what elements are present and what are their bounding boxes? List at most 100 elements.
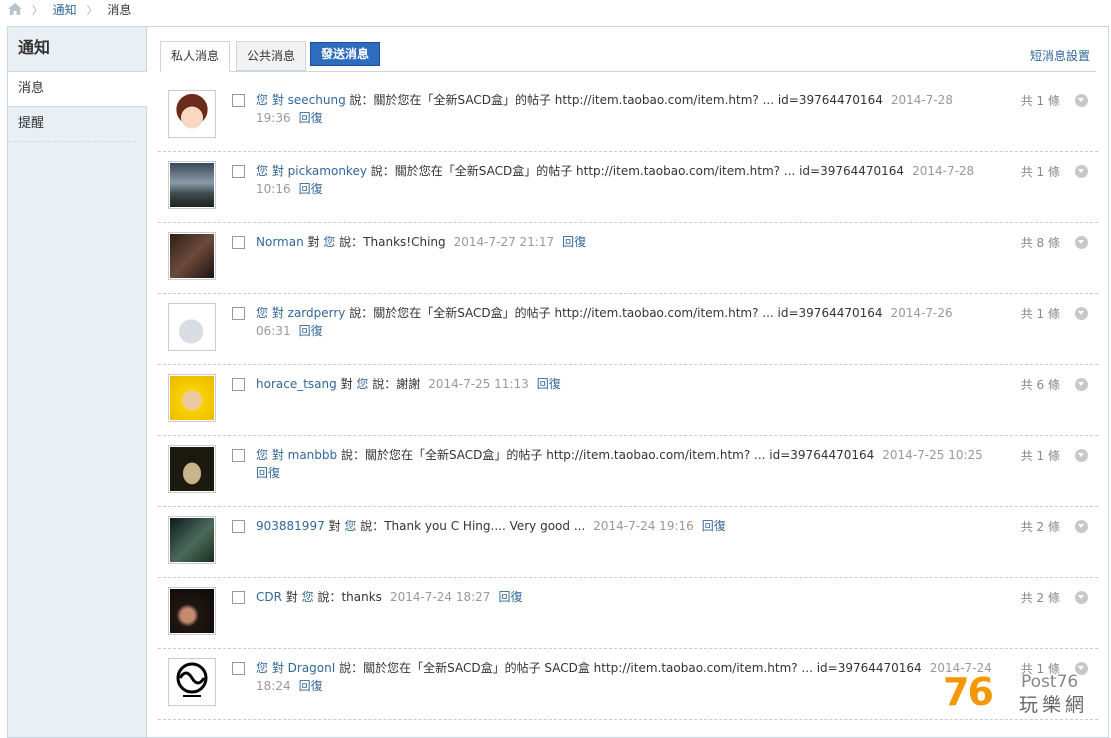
user-link[interactable]: seechung: [288, 93, 346, 107]
tab-public-messages[interactable]: 公共消息: [236, 41, 307, 71]
say-label: 說：: [345, 306, 374, 320]
message-count: 共 1 條: [1020, 165, 1060, 179]
site-watermark: 76 Post76 玩樂網: [943, 670, 1103, 720]
reply-link[interactable]: 回復: [299, 679, 323, 693]
you-link[interactable]: 您: [356, 377, 368, 391]
chevron-right-icon: 〉: [31, 4, 43, 17]
message-body: 關於您在「全新SACD盒」的帖子 http://item.taobao.com/…: [373, 93, 883, 107]
expand-chevron-icon[interactable]: [1075, 165, 1088, 178]
avatar[interactable]: [168, 516, 216, 564]
reply-link[interactable]: 回復: [702, 519, 726, 533]
expand-chevron-icon[interactable]: [1075, 449, 1088, 462]
message-row: 903881997 對 您 說：Thank you C Hing.... Ver…: [158, 507, 1098, 578]
message-text: 您 對 zardperry 說：關於您在「全新SACD盒」的帖子 http://…: [256, 304, 996, 340]
select-checkbox[interactable]: [232, 449, 245, 462]
select-checkbox[interactable]: [232, 236, 245, 249]
expand-chevron-icon[interactable]: [1075, 236, 1088, 249]
main-panel: 私人消息 公共消息 發送消息 短消息設置 您 對 seechung 說：關於您在…: [158, 27, 1098, 737]
select-checkbox[interactable]: [232, 94, 245, 107]
message-text: horace_tsang 對 您 說：謝謝 2014-7-25 11:13 回復: [256, 375, 996, 393]
breadcrumb-notify[interactable]: 通知: [53, 3, 77, 17]
timestamp: 2014-7-25 10:25: [882, 448, 983, 462]
say-label: 說：: [337, 448, 365, 462]
message-count: 共 1 條: [1020, 449, 1060, 463]
expand-chevron-icon[interactable]: [1075, 307, 1088, 320]
you-link[interactable]: 您 對: [256, 306, 288, 320]
city-avatar-image: [170, 163, 214, 207]
reply-link[interactable]: 回復: [299, 182, 323, 196]
expand-chevron-icon[interactable]: [1075, 378, 1088, 391]
user-link[interactable]: horace_tsang: [256, 377, 337, 391]
message-text: 您 對 DragonI 說：關於您在「全新SACD盒」的帖子 SACD盒 htt…: [256, 659, 996, 695]
user-link[interactable]: pickamonkey: [288, 164, 367, 178]
you-link[interactable]: 您 對: [256, 661, 288, 675]
breadcrumb: 〉 通知 〉 消息: [8, 0, 131, 20]
select-checkbox[interactable]: [232, 307, 245, 320]
avatar[interactable]: [168, 587, 216, 635]
reply-link[interactable]: 回復: [537, 377, 561, 391]
reply-link[interactable]: 回復: [562, 235, 586, 249]
message-text: CDR 對 您 說：thanks 2014-7-24 18:27 回復: [256, 588, 996, 606]
user-link[interactable]: zardperry: [288, 306, 346, 320]
timestamp: 2014-7-27 21:17: [453, 235, 555, 249]
message-row: CDR 對 您 說：thanks 2014-7-24 18:27 回復 共 2 條: [158, 578, 1098, 649]
expand-chevron-icon[interactable]: [1075, 520, 1088, 533]
say-label: 說：: [345, 93, 374, 107]
avatar[interactable]: [168, 161, 216, 209]
watermark-brand: Post76: [1021, 672, 1079, 692]
message-settings-link[interactable]: 短消息設置: [1030, 47, 1090, 64]
select-checkbox[interactable]: [232, 378, 245, 391]
select-checkbox[interactable]: [232, 662, 245, 675]
apple-logo-avatar-image: [170, 305, 214, 349]
message-body: Thank you C Hing.... Very good ...: [384, 519, 586, 533]
sidebar-item-reminders[interactable]: 提醒: [8, 107, 136, 142]
say-label: 說：: [356, 519, 385, 533]
you-link[interactable]: 您: [302, 590, 314, 604]
rabbit-avatar-image: [170, 447, 214, 491]
avatar[interactable]: [168, 374, 216, 422]
expand-chevron-icon[interactable]: [1075, 94, 1088, 107]
message-count: 共 6 條: [1020, 378, 1060, 392]
avatar[interactable]: [168, 90, 216, 138]
timestamp: 2014-7-25 11:13: [428, 377, 529, 391]
message-body: 謝謝: [396, 377, 421, 391]
avatar[interactable]: [168, 232, 216, 280]
avatar[interactable]: [168, 445, 216, 493]
reply-link[interactable]: 回復: [299, 111, 323, 125]
avatar[interactable]: [168, 303, 216, 351]
home-icon[interactable]: [8, 3, 22, 15]
select-checkbox[interactable]: [232, 591, 245, 604]
send-message-button[interactable]: 發送消息: [310, 42, 381, 66]
to-label: 對: [303, 235, 324, 249]
you-link[interactable]: 您: [323, 235, 335, 249]
message-text: 您 對 seechung 說：關於您在「全新SACD盒」的帖子 http://i…: [256, 91, 996, 127]
expand-chevron-icon[interactable]: [1075, 591, 1088, 604]
dark-portrait-avatar-image: [170, 589, 214, 633]
user-link[interactable]: CDR: [256, 590, 282, 604]
user-link[interactable]: 903881997: [256, 519, 325, 533]
reply-link[interactable]: 回復: [299, 324, 323, 338]
content-frame: 通知 消息 提醒 私人消息 公共消息 發送消息 短消息設置 您 對 seechu…: [7, 26, 1109, 738]
select-checkbox[interactable]: [232, 520, 245, 533]
user-link[interactable]: DragonI: [288, 661, 336, 675]
sidebar: 通知 消息 提醒: [8, 27, 147, 737]
tab-private-messages[interactable]: 私人消息: [160, 41, 231, 72]
avatar[interactable]: [168, 658, 216, 706]
watermark-cn: 玩樂網: [1019, 694, 1089, 716]
message-text: 您 對 pickamonkey 說：關於您在「全新SACD盒」的帖子 http:…: [256, 162, 996, 198]
user-link[interactable]: Norman: [256, 235, 304, 249]
say-label: 說：: [313, 590, 342, 604]
you-link[interactable]: 您: [344, 519, 356, 533]
you-link[interactable]: 您 對: [256, 93, 288, 107]
sidebar-item-messages[interactable]: 消息: [8, 72, 147, 107]
message-text: Norman 對 您 說：Thanks!Ching 2014-7-27 21:17…: [256, 233, 996, 251]
message-body: 關於您在「全新SACD盒」的帖子 http://item.taobao.com/…: [394, 164, 905, 178]
you-link[interactable]: 您 對: [256, 448, 288, 462]
you-link[interactable]: 您 對: [256, 164, 288, 178]
user-link[interactable]: manbbb: [288, 448, 338, 462]
select-checkbox[interactable]: [232, 165, 245, 178]
message-row: 您 對 pickamonkey 說：關於您在「全新SACD盒」的帖子 http:…: [158, 152, 1098, 223]
reply-link[interactable]: 回復: [498, 590, 522, 604]
say-label: 說：: [335, 235, 364, 249]
reply-link[interactable]: 回復: [256, 466, 280, 480]
